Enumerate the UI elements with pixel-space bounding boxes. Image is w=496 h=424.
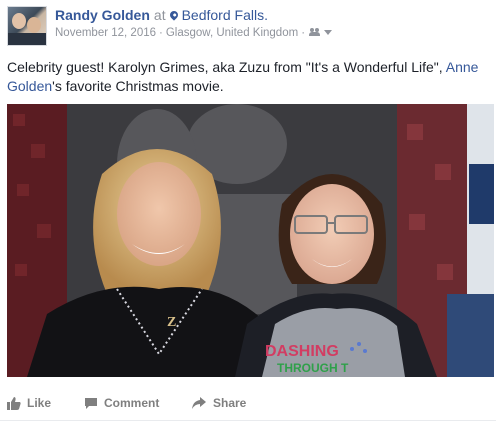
avatar-face [12, 13, 26, 29]
post-location[interactable]: Glasgow, United Kingdom [166, 27, 298, 39]
location-pin-icon [167, 9, 180, 21]
comment-button[interactable]: Comment [84, 395, 159, 410]
feed-post: Randy Golden at Bedford Falls. November 12… [0, 0, 496, 424]
share-button[interactable]: Share [191, 395, 246, 410]
like-button[interactable]: Like [7, 395, 51, 410]
bottom-divider [0, 420, 496, 421]
thumbs-up-icon [7, 396, 21, 410]
author-avatar[interactable] [7, 6, 47, 46]
photo-illustration: Z DASHING THROUGH T [7, 104, 494, 377]
comment-label: Comment [104, 395, 160, 410]
post-photo[interactable]: Z DASHING THROUGH T [7, 104, 494, 377]
friends-icon[interactable] [309, 28, 321, 36]
shirt-print-line2: THROUGH T [277, 361, 349, 375]
share-label: Share [213, 395, 247, 410]
post-caption: Celebrity guest! Karolyn Grimes, aka Zuz… [7, 58, 492, 96]
avatar-face [27, 17, 41, 33]
post-header: Randy Golden at Bedford Falls. [55, 7, 268, 23]
svg-text:Z: Z [167, 315, 176, 330]
author-name[interactable]: Randy Golden [55, 7, 150, 23]
comment-icon [85, 397, 97, 409]
share-arrow-icon [192, 396, 206, 409]
at-text: at [153, 7, 166, 23]
meta-separator: · [159, 27, 163, 39]
post-meta: November 12, 2016 · Glasgow, United Kingdo… [55, 27, 333, 39]
avatar-shirt [8, 33, 46, 45]
caption-text: 's favorite Christmas movie. [52, 78, 224, 94]
post-date[interactable]: November 12, 2016 [55, 27, 156, 39]
shirt-print-line1: DASHING [265, 343, 339, 360]
place-link[interactable]: Bedford Falls. [182, 7, 268, 23]
caret-down-icon[interactable] [324, 30, 333, 35]
meta-separator: · [301, 27, 306, 39]
like-label: Like [27, 395, 52, 410]
caption-text: Celebrity guest! Karolyn Grimes, aka Zuz… [7, 59, 446, 75]
